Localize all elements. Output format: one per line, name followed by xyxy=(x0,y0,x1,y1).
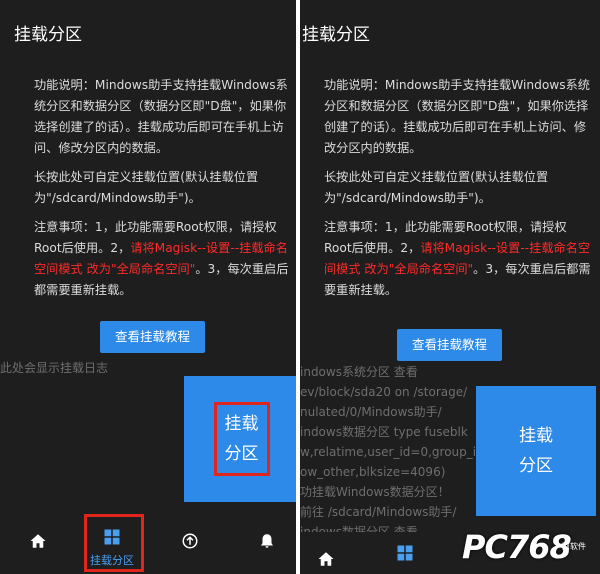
log-line: indows系统分区 查看 xyxy=(300,365,418,379)
log-line: 前往 /sdcard/Mindows助手/ xyxy=(300,505,457,519)
page-title: 挂载分区 xyxy=(302,25,370,45)
log-placeholder: 此处会显示挂载日志 xyxy=(0,361,109,375)
log-line: ev/block/sda20 on /storage/ xyxy=(300,385,468,399)
right-screen: 挂载分区 功能说明：Mindows助手支持挂载Windows系统分区和数据分区（… xyxy=(300,0,600,574)
description-mount-location[interactable]: 长按此处可自定义挂载位置(默认挂载位置为"/sdcard/Mindows助手")… xyxy=(34,167,289,209)
view-tutorial-button[interactable]: 查看挂载教程 xyxy=(100,321,205,353)
mount-label-line2: 分区 xyxy=(519,456,553,476)
description-mount-location[interactable]: 长按此处可自定义挂载位置(默认挂载位置为"/sdcard/Mindows助手")… xyxy=(324,167,592,209)
nav-notifications[interactable] xyxy=(258,532,276,554)
mount-button-label: 挂载 分区 xyxy=(213,402,270,476)
watermark-sub: 阿软件 xyxy=(562,542,586,551)
left-screen: 挂载分区 功能说明：Mindows助手支持挂载Windows系统分区和数据分区（… xyxy=(0,0,296,574)
description-feature: 功能说明：Mindows助手支持挂载Windows系统分区和数据分区（数据分区即… xyxy=(34,78,288,155)
nav-mount-partition[interactable] xyxy=(396,544,414,566)
bell-icon xyxy=(261,534,273,548)
upload-circle-icon xyxy=(182,533,198,549)
log-line: indows数据分区 type fuseblk xyxy=(300,425,468,439)
log-line: w,relatime,user_id=0,group_id=0, xyxy=(300,445,476,459)
log-line: 功挂载Windows数据分区！ xyxy=(300,485,450,499)
mount-partition-button[interactable]: 挂载 分区 xyxy=(476,386,596,516)
home-icon xyxy=(318,552,334,566)
nav-upload[interactable] xyxy=(181,532,199,554)
windows-icon xyxy=(397,545,413,561)
log-line: ow_other,blksize=4096) xyxy=(300,465,446,479)
home-icon xyxy=(30,534,46,548)
mount-log: indows系统分区 查看 ev/block/sda20 on /storage… xyxy=(300,362,476,532)
bottom-nav: 挂载分区 xyxy=(0,520,296,574)
log-line: nulated/0/Mindows助手/ xyxy=(300,405,442,419)
nav-home[interactable] xyxy=(317,550,335,572)
mount-partition-button[interactable]: 挂载 分区 xyxy=(184,376,296,502)
nav-highlight-box xyxy=(84,514,144,572)
mount-label-line1: 挂载 xyxy=(519,426,553,446)
mount-label-line1: 挂载 xyxy=(224,414,259,434)
description-notes: 注意事项：1，此功能需要Root权限，请授权Root后使用。2，请将Magisk… xyxy=(324,217,592,301)
description-feature: 功能说明：Mindows助手支持挂载Windows系统分区和数据分区（数据分区即… xyxy=(324,78,590,155)
nav-home[interactable] xyxy=(29,532,47,554)
view-tutorial-button[interactable]: 查看挂载教程 xyxy=(397,329,502,361)
mount-button-label: 挂载 分区 xyxy=(519,421,553,481)
description-notes: 注意事项：1，此功能需要Root权限，请授权Root后使用。2，请将Magisk… xyxy=(34,217,289,301)
watermark-logo: PC768 xyxy=(462,528,572,566)
page-title: 挂载分区 xyxy=(14,25,82,45)
mount-label-line2: 分区 xyxy=(224,444,259,464)
